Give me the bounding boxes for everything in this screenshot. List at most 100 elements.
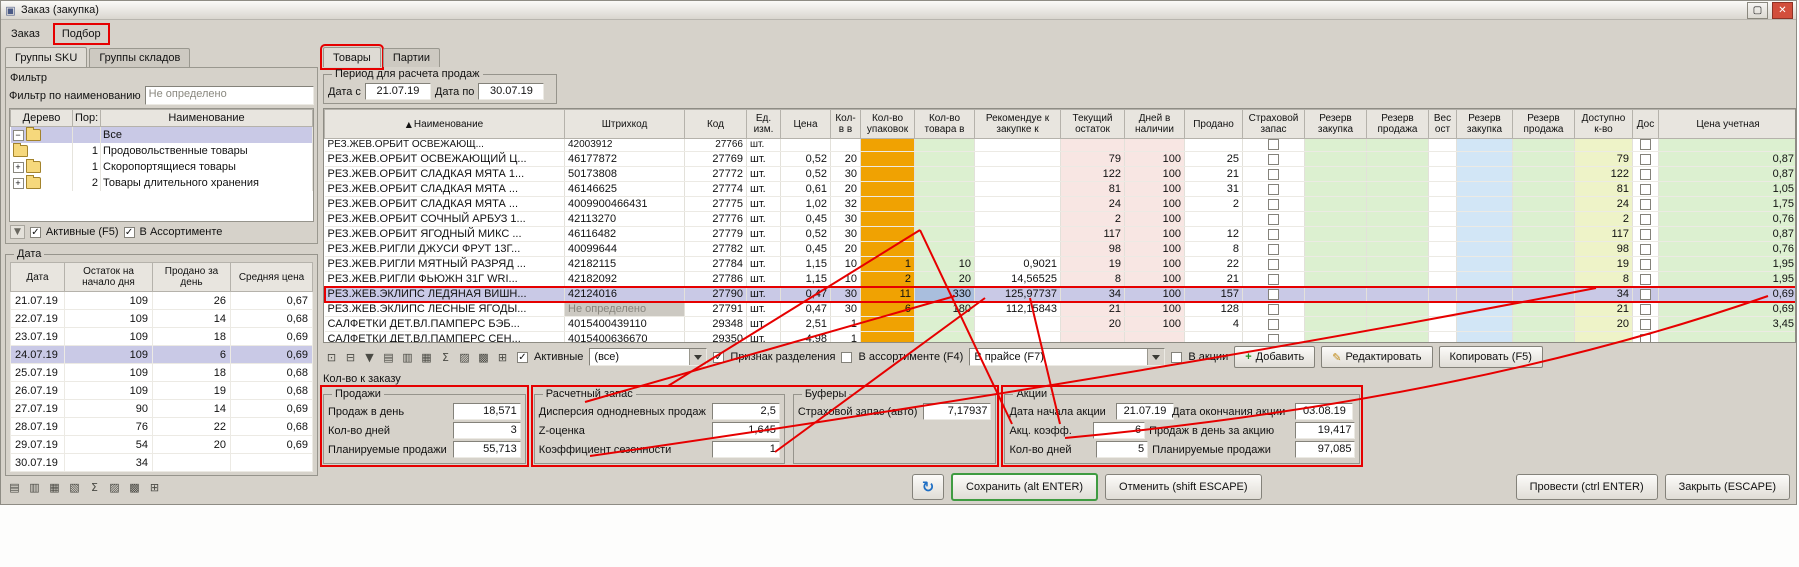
dos-checkbox[interactable] (1640, 184, 1651, 195)
col-header-recommended[interactable]: Рекомендуе к закупке к (975, 110, 1061, 139)
expand-icon[interactable]: + (13, 162, 24, 173)
col-header-sold[interactable]: Продано (1185, 110, 1243, 139)
sales-days-input[interactable]: 3 (453, 422, 521, 439)
safety-stock-checkbox[interactable] (1268, 289, 1279, 300)
seasonality-input[interactable]: 1 (712, 441, 780, 458)
date-to-input[interactable]: 30.07.19 (478, 83, 544, 100)
tree-header-tree[interactable]: Дерево (11, 110, 73, 127)
date-col-header[interactable]: Остаток на начало дня (65, 263, 153, 292)
dispersion-input[interactable]: 2,5 (712, 403, 780, 420)
safety-stock-checkbox[interactable] (1268, 214, 1279, 225)
close-button[interactable]: ✕ (1772, 2, 1793, 19)
col-header-days[interactable]: Дней в наличии (1125, 110, 1185, 139)
filter-funnel-icon[interactable]: ▼ (10, 225, 25, 239)
goods-row[interactable]: РЕЗ.ЖЕВ.ЭКЛИПС ЛЕСНЫЕ ЯГОДЫ... Не опреде… (325, 302, 1797, 317)
col-header-price-acc[interactable]: Цена учетная (1659, 110, 1797, 139)
col-header-reserve-purchase-2[interactable]: Резерв закупка (1457, 110, 1513, 139)
date-row[interactable]: 25.07.19 109 18 0,68 (11, 364, 313, 382)
date-row[interactable]: 21.07.19 109 26 0,67 (11, 292, 313, 310)
tab-batches[interactable]: Партии (383, 48, 440, 67)
col-header-barcode[interactable]: Штрихкод (565, 110, 685, 139)
view-list-icon[interactable]: ▤ (380, 349, 397, 365)
col-header-price[interactable]: Цена (781, 110, 831, 139)
tree-row[interactable]: + 1 Скоропортящиеся товары (11, 159, 313, 175)
promo-start-input[interactable]: 21.07.19 (1116, 403, 1174, 420)
z-score-input[interactable]: 1,645 (712, 422, 780, 439)
promo-per-day-input[interactable]: 19,417 (1295, 422, 1355, 439)
sales-planned-input[interactable]: 55,713 (453, 441, 521, 458)
safety-stock-checkbox[interactable] (1268, 259, 1279, 270)
dos-checkbox[interactable] (1640, 199, 1651, 210)
safety-stock-checkbox[interactable] (1268, 169, 1279, 180)
view-columns-icon[interactable]: ▥ (399, 349, 416, 365)
safety-stock-checkbox[interactable] (1268, 319, 1279, 330)
dos-checkbox[interactable] (1640, 289, 1651, 300)
dos-checkbox[interactable] (1640, 304, 1651, 315)
dos-checkbox[interactable] (1640, 319, 1651, 330)
tree-header-order[interactable]: Пор: (73, 110, 101, 127)
tab-selection[interactable]: Подбор (56, 26, 107, 42)
toolbar-active-checkbox[interactable] (517, 352, 528, 363)
col-header-safety-stock[interactable]: Страховой запас (1243, 110, 1305, 139)
col-header-code[interactable]: Код (685, 110, 747, 139)
dos-checkbox[interactable] (1640, 169, 1651, 180)
price-filter-dropdown[interactable]: В прайсе (F7) (969, 348, 1165, 366)
col-header-available[interactable]: Доступно к-во (1575, 110, 1633, 139)
date-row[interactable]: 23.07.19 109 18 0,69 (11, 328, 313, 346)
dos-checkbox[interactable] (1640, 244, 1651, 255)
dos-checkbox[interactable] (1640, 274, 1651, 285)
tab-sku-groups[interactable]: Группы SKU (5, 47, 87, 67)
tab-order[interactable]: Заказ (5, 26, 46, 42)
promo-planned-input[interactable]: 97,085 (1295, 441, 1355, 458)
copy-button[interactable]: Копировать (F5) (1439, 346, 1543, 368)
safety-stock-checkbox[interactable] (1268, 304, 1279, 315)
dos-checkbox[interactable] (1640, 334, 1651, 343)
promo-end-input[interactable]: 03.08.19 (1295, 403, 1353, 420)
save-button[interactable]: Сохранить (alt ENTER) (951, 473, 1098, 501)
goods-row[interactable]: РЕЗ.ЖЕВ.ОРБИТ ОСВЕЖАЮЩ... 42003912 27766… (325, 139, 1797, 152)
col-header-name[interactable]: ▲Наименование (325, 110, 565, 139)
tab-goods[interactable]: Товары (323, 47, 381, 67)
tab-warehouse-groups[interactable]: Группы складов (89, 48, 190, 67)
all-filter-dropdown[interactable]: (все) (589, 348, 707, 366)
goods-row[interactable]: РЕЗ.ЖЕВ.РИГЛИ МЯТНЫЙ РАЗРЯД ... 42182115… (325, 257, 1797, 272)
goods-row[interactable]: РЕЗ.ЖЕВ.ОРБИТ ЯГОДНЫЙ МИКС ... 46116482 … (325, 227, 1797, 242)
date-row[interactable]: 26.07.19 109 19 0,68 (11, 382, 313, 400)
tree-row[interactable]: 1 Продовольственные товары (11, 143, 313, 159)
safety-stock-checkbox[interactable] (1268, 229, 1279, 240)
safety-stock-checkbox[interactable] (1268, 334, 1279, 343)
filter-icon[interactable]: ▼ (361, 349, 378, 365)
col-header-weight[interactable]: Вес ост (1429, 110, 1457, 139)
safety-stock-checkbox[interactable] (1268, 244, 1279, 255)
maximize-button[interactable]: ▢ (1747, 2, 1768, 19)
print-icon[interactable]: ▨ (456, 349, 473, 365)
date-row[interactable]: 30.07.19 34 (11, 454, 313, 472)
view-grid-icon[interactable]: ▦ (418, 349, 435, 365)
col-header-unit[interactable]: Ед. изм. (747, 110, 781, 139)
edit-button[interactable]: ✎Редактировать (1321, 346, 1432, 368)
col-header-qty-goods[interactable]: Кол-во товара в (915, 110, 975, 139)
date-from-input[interactable]: 21.07.19 (365, 83, 431, 100)
col-header-dos[interactable]: Дос (1633, 110, 1659, 139)
safety-stock-checkbox[interactable] (1268, 139, 1279, 150)
post-button[interactable]: Провести (ctrl ENTER) (1516, 474, 1658, 500)
goods-row[interactable]: РЕЗ.ЖЕВ.РИГЛИ ДЖУСИ ФРУТ 13Г... 40099644… (325, 242, 1797, 257)
assortment-checkbox[interactable] (124, 227, 135, 238)
split-flag-checkbox[interactable] (713, 352, 724, 363)
collapse-icon[interactable]: − (13, 130, 24, 141)
safety-auto-input[interactable]: 7,17937 (923, 403, 991, 420)
insert-icon[interactable]: ⊡ (323, 349, 340, 365)
goods-row[interactable]: САЛФЕТКИ ДЕТ.ВЛ.ПАМПЕРС СЕН... 401540063… (325, 332, 1797, 343)
dos-checkbox[interactable] (1640, 214, 1651, 225)
goods-row[interactable]: РЕЗ.ЖЕВ.ОРБИТ СЛАДКАЯ МЯТА ... 400990046… (325, 197, 1797, 212)
dos-checkbox[interactable] (1640, 229, 1651, 240)
tree-row[interactable]: − Все (11, 127, 313, 144)
layout-icon[interactable]: ⊞ (494, 349, 511, 365)
refresh-button[interactable]: ↻ (912, 474, 944, 500)
dos-checkbox[interactable] (1640, 154, 1651, 165)
date-col-header[interactable]: Средняя цена (231, 263, 313, 292)
goods-row[interactable]: РЕЗ.ЖЕВ.ОРБИТ ОСВЕЖАЮЩИЙ Ц... 46177872 2… (325, 152, 1797, 167)
col-header-qty-in[interactable]: Кол-в в (831, 110, 861, 139)
active-checkbox[interactable] (30, 227, 41, 238)
tree-header-name[interactable]: Наименование (101, 110, 313, 127)
